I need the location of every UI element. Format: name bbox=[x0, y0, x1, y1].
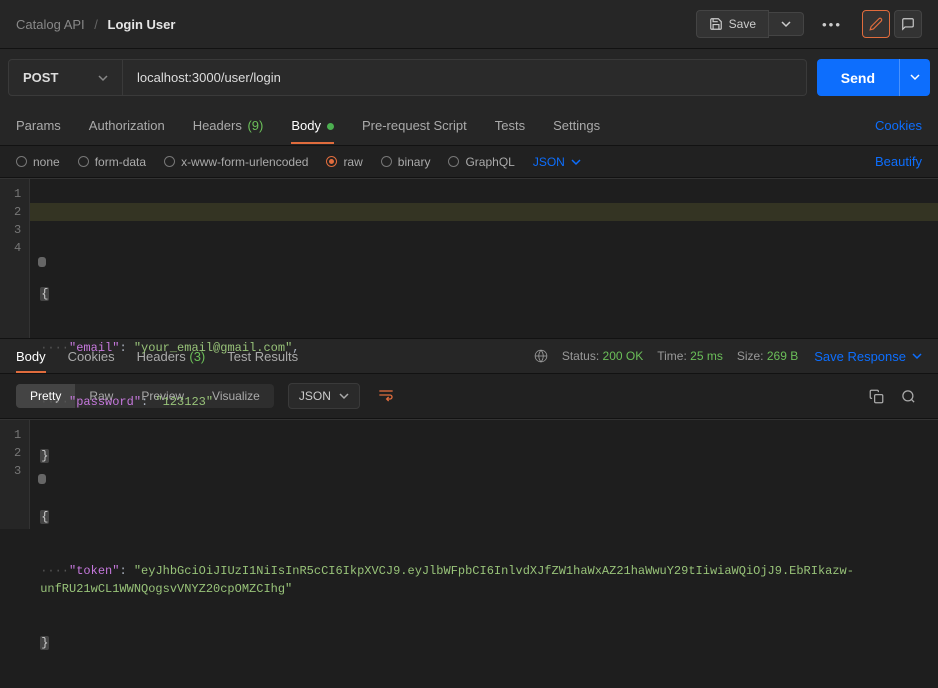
editor-gutter: 1 2 3 bbox=[0, 420, 30, 529]
chevron-down-icon bbox=[571, 157, 581, 167]
send-label: Send bbox=[841, 70, 875, 86]
editor-gutter: 1 2 3 4 bbox=[0, 179, 30, 338]
tab-settings[interactable]: Settings bbox=[553, 108, 600, 143]
save-icon bbox=[709, 17, 723, 31]
tab-authorization[interactable]: Authorization bbox=[89, 108, 165, 143]
body-type-graphql[interactable]: GraphQL bbox=[448, 155, 514, 169]
beautify-link[interactable]: Beautify bbox=[875, 154, 922, 169]
tab-pre-request-script[interactable]: Pre-request Script bbox=[362, 108, 467, 143]
send-dropdown[interactable] bbox=[899, 59, 930, 96]
body-type-raw[interactable]: raw bbox=[326, 155, 362, 169]
chevron-down-icon bbox=[98, 73, 108, 83]
edit-button[interactable] bbox=[862, 10, 890, 38]
breadcrumb: Catalog API / Login User bbox=[16, 17, 175, 32]
response-body-editor[interactable]: 1 2 3 { ····"token": "eyJhbGciOiJIUzI1Ni… bbox=[0, 419, 938, 529]
method-select[interactable]: POST bbox=[8, 59, 123, 96]
tab-headers[interactable]: Headers (9) bbox=[193, 108, 264, 143]
save-label: Save bbox=[729, 17, 756, 31]
scrollbar-thumb[interactable] bbox=[38, 474, 46, 484]
send-button[interactable]: Send bbox=[817, 59, 899, 96]
pencil-icon bbox=[869, 17, 883, 31]
tab-body[interactable]: Body bbox=[291, 108, 334, 143]
save-button[interactable]: Save bbox=[696, 10, 769, 38]
body-type-form-data[interactable]: form-data bbox=[78, 155, 146, 169]
body-type-binary[interactable]: binary bbox=[381, 155, 431, 169]
save-dropdown[interactable] bbox=[769, 12, 804, 36]
more-icon: ••• bbox=[822, 17, 842, 32]
tab-tests[interactable]: Tests bbox=[495, 108, 525, 143]
breadcrumb-current: Login User bbox=[108, 17, 176, 32]
comment-icon bbox=[901, 17, 915, 31]
body-type-none[interactable]: none bbox=[16, 155, 60, 169]
modified-indicator bbox=[327, 123, 334, 130]
cookies-link[interactable]: Cookies bbox=[875, 118, 922, 133]
comments-button[interactable] bbox=[894, 10, 922, 38]
tab-params[interactable]: Params bbox=[16, 108, 61, 143]
breadcrumb-separator: / bbox=[94, 17, 98, 32]
breadcrumb-parent[interactable]: Catalog API bbox=[16, 17, 85, 32]
more-options-button[interactable]: ••• bbox=[816, 10, 848, 38]
request-body-editor[interactable]: 1 2 3 4 { ····"email": "your_email@gmail… bbox=[0, 178, 938, 338]
url-input[interactable] bbox=[123, 59, 807, 96]
method-value: POST bbox=[23, 70, 58, 85]
chevron-down-icon bbox=[910, 72, 920, 82]
body-type-x-www-form-urlencoded[interactable]: x-www-form-urlencoded bbox=[164, 155, 308, 169]
body-format-select[interactable]: JSON bbox=[533, 155, 581, 169]
scrollbar-thumb[interactable] bbox=[38, 257, 46, 267]
chevron-down-icon bbox=[781, 19, 791, 29]
